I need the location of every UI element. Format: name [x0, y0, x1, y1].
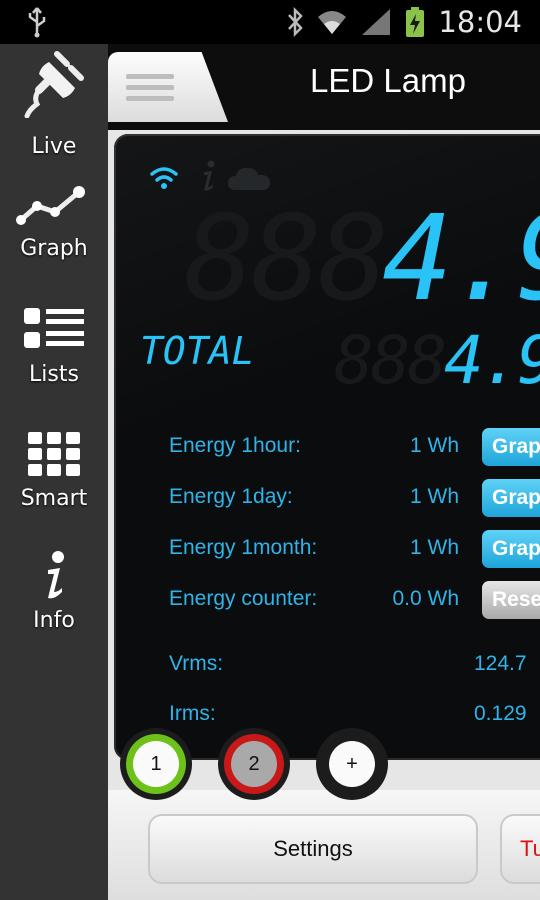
menu-button[interactable] [108, 52, 228, 122]
wifi-icon [318, 11, 347, 34]
main-panel: LED Lamp 888 4.9 TOTAL 888 4.9 Energy 1h… [108, 44, 540, 900]
sidebar-item-graph[interactable]: Graph [0, 174, 108, 284]
device-2-button[interactable]: 2 [218, 728, 290, 800]
wifi-status-icon [150, 167, 178, 189]
vrms-label: Vrms: [169, 652, 224, 675]
grid-icon [28, 432, 80, 476]
sidebar-item-info[interactable]: Info [0, 546, 108, 656]
plug-icon [24, 51, 84, 118]
energy-label: Energy 1day: [169, 485, 293, 508]
sidebar-nav: Live Graph Lists Smart Info [0, 44, 108, 900]
lists-icon [24, 308, 84, 348]
energy-value: 1 Wh [409, 536, 459, 559]
irms-label: Irms: [169, 702, 216, 725]
energy-label: Energy 1hour: [169, 434, 301, 457]
graph-button-day[interactable]: Graph [482, 479, 540, 517]
power-value: 4.9 [382, 189, 540, 327]
status-bar: 18:04 [0, 0, 540, 44]
battery-icon [406, 7, 425, 37]
settings-button[interactable]: Settings [148, 814, 478, 884]
page-title: LED Lamp [310, 62, 466, 99]
info-status-icon [204, 160, 215, 191]
sidebar-item-label: Lists [29, 362, 79, 387]
bottom-panel: Settings Turn [108, 790, 540, 900]
info-icon [48, 551, 64, 599]
irms-value: 0.129 [474, 702, 527, 725]
turn-button[interactable]: Turn [500, 814, 540, 884]
energy-value: 1 Wh [409, 485, 459, 508]
reset-button[interactable]: Reset [482, 581, 540, 619]
energy-value: 0.0 Wh [392, 587, 459, 610]
device-label: 1 [133, 741, 179, 787]
bluetooth-icon [288, 7, 304, 37]
total-ghost-digits: 888 [334, 322, 447, 399]
sidebar-item-live[interactable]: Live [0, 46, 108, 159]
header-bar: LED Lamp [108, 44, 540, 130]
energy-row-hour: Energy 1hour: 1 Wh Graph [169, 428, 540, 466]
energy-value: 1 Wh [409, 434, 459, 457]
graph-button-hour[interactable]: Graph [482, 428, 540, 466]
signal-icon [362, 9, 391, 35]
device-1-button[interactable]: 1 [120, 728, 192, 800]
status-time: 18:04 [438, 5, 522, 39]
energy-row-day: Energy 1day: 1 Wh Graph [169, 479, 540, 517]
total-label: TOTAL [140, 329, 255, 373]
total-value: 4.9 [444, 322, 540, 399]
energy-row-counter: Energy counter: 0.0 Wh Reset [169, 581, 540, 619]
menu-icon [126, 74, 174, 79]
add-label: + [329, 741, 375, 787]
sidebar-item-label: Info [33, 608, 75, 633]
add-device-button[interactable]: + [316, 728, 388, 800]
usb-icon [28, 7, 46, 38]
cloud-icon [228, 167, 270, 190]
device-label: 2 [231, 741, 277, 787]
sidebar-item-lists[interactable]: Lists [0, 298, 108, 408]
sidebar-item-smart[interactable]: Smart [0, 424, 108, 534]
energy-label: Energy counter: [169, 587, 318, 610]
energy-label: Energy 1month: [169, 536, 318, 559]
vrms-value: 124.7 [474, 652, 527, 675]
power-ghost-digits: 888 [184, 189, 389, 327]
lcd-display: 888 4.9 TOTAL 888 4.9 Energy 1hour: 1 Wh… [114, 134, 540, 760]
energy-row-month: Energy 1month: 1 Wh Graph [169, 530, 540, 568]
graph-icon [16, 186, 85, 225]
sidebar-item-label: Smart [20, 486, 88, 511]
sidebar-item-label: Graph [20, 236, 88, 261]
sidebar-item-label: Live [31, 134, 77, 159]
graph-button-month[interactable]: Graph [482, 530, 540, 568]
